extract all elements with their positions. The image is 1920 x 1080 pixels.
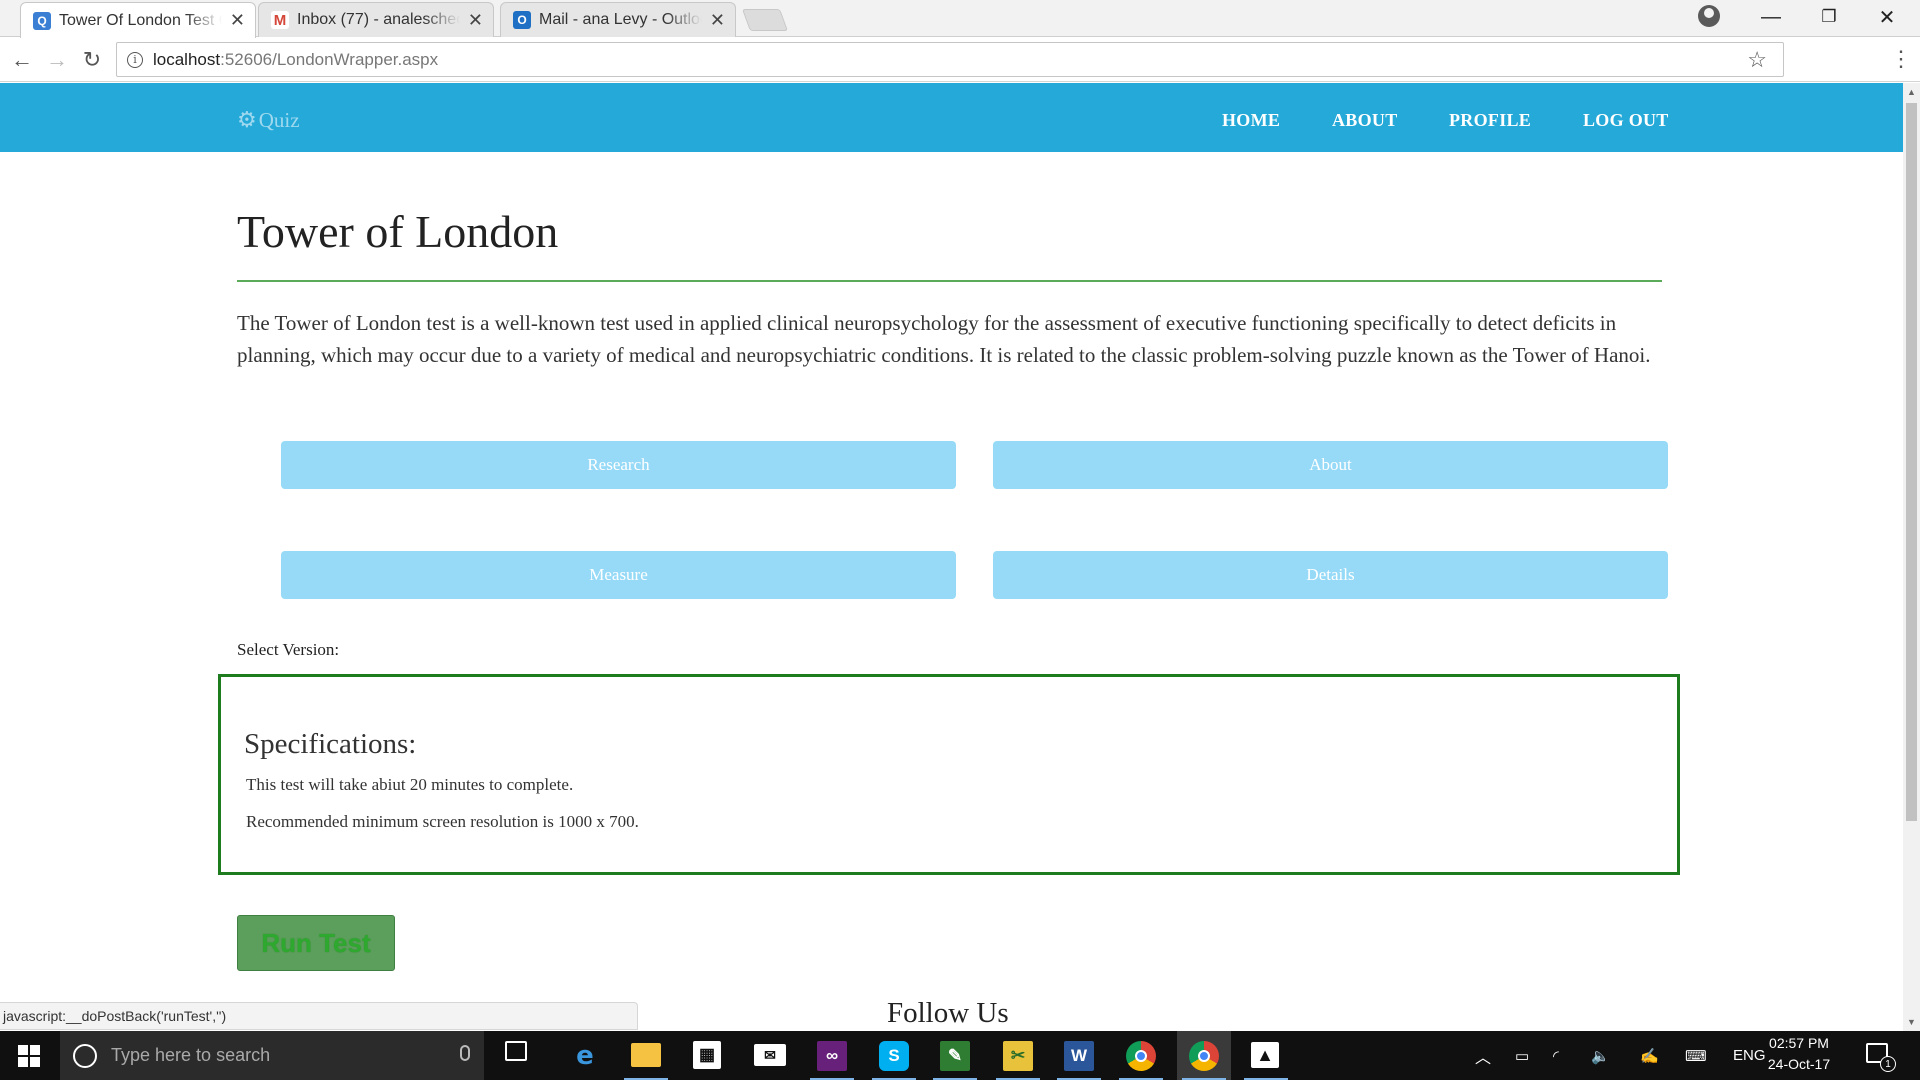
pen-icon[interactable]: ✍ (1640, 1031, 1659, 1080)
browser-tab-inbox[interactable]: M Inbox (77) - analescheok ✕ (258, 2, 494, 37)
clock-time: 02:57 PM (1769, 1035, 1829, 1051)
store-icon[interactable]: ▦ (693, 1041, 721, 1069)
restore-icon[interactable]: ❐ (1800, 0, 1858, 34)
browser-tab-strip: Q Tower Of London Test Online ✕ M Inbox … (0, 0, 1920, 38)
active-nav-indicator (1312, 59, 1410, 62)
clock-date: 24-Oct-17 (1767, 1056, 1831, 1072)
details-button[interactable]: Details (993, 551, 1668, 599)
tools-app-icon[interactable]: ✂ (1003, 1041, 1033, 1071)
site-brand[interactable]: ⚙ Quiz (237, 107, 300, 133)
research-button[interactable]: Research (281, 441, 956, 489)
scroll-down-icon[interactable]: ▼ (1907, 1017, 1916, 1027)
visual-studio-icon[interactable]: ∞ (817, 1041, 847, 1071)
measure-button[interactable]: Measure (281, 551, 956, 599)
url-host: localhost (153, 49, 221, 69)
title-divider (237, 280, 1662, 282)
specifications-title: Specifications: (244, 728, 417, 760)
minimize-icon[interactable]: — (1742, 0, 1800, 34)
select-version-label: Select Version: (237, 640, 340, 659)
skype-icon[interactable]: S (879, 1041, 909, 1071)
spec-duration: This test will take abiut 20 minutes to … (246, 775, 574, 794)
microphone-icon[interactable] (460, 1045, 470, 1061)
scrollbar-thumb[interactable] (1906, 103, 1917, 821)
close-window-icon[interactable]: ✕ (1858, 0, 1916, 34)
task-view-icon[interactable] (505, 1041, 527, 1061)
back-icon[interactable]: ← (8, 46, 36, 74)
forward-icon[interactable]: → (43, 46, 71, 74)
word-icon[interactable]: W (1064, 1041, 1094, 1071)
link-status-bar: javascript:__doPostBack('runTest','') (0, 1002, 638, 1030)
url-path: :52606/LondonWrapper.aspx (220, 49, 439, 69)
file-explorer-icon[interactable] (631, 1043, 661, 1067)
notification-count-badge: 1 (1880, 1056, 1896, 1072)
reload-icon[interactable]: ↻ (78, 46, 106, 74)
browser-tab-outlook[interactable]: O Mail - ana Levy - Outlook ✕ (500, 2, 736, 37)
taskbar-clock[interactable]: 02:57 PM 24-Oct-17 (1762, 1033, 1836, 1075)
mail-icon[interactable]: ✉ (754, 1044, 786, 1066)
run-test-button[interactable]: Run Test (237, 915, 395, 971)
browser-tab-tower-of-london[interactable]: Q Tower Of London Test Online ✕ (20, 2, 256, 38)
outlook-icon: O (513, 11, 531, 29)
cortana-icon[interactable] (73, 1043, 97, 1068)
gears-icon: ⚙ (237, 107, 257, 132)
spec-resolution: Recommended minimum screen resolution is… (246, 812, 639, 831)
quiz-favicon-icon: Q (33, 11, 51, 30)
about-button[interactable]: About (993, 441, 1668, 489)
page-scrollbar[interactable]: ▲ ▼ (1903, 83, 1920, 1031)
chrome-icon[interactable] (1126, 1041, 1156, 1071)
intro-paragraph: The Tower of London test is a well-known… (237, 311, 1651, 367)
close-tab-icon[interactable]: ✕ (230, 10, 245, 31)
browser-toolbar: ← → ↻ i localhost:52606/LondonWrapper.as… (0, 38, 1920, 82)
touch-keyboard-icon[interactable]: ⌨ (1685, 1031, 1707, 1080)
user-profile-icon[interactable] (1698, 5, 1720, 27)
battery-icon[interactable]: ▭ (1515, 1031, 1529, 1080)
brand-label: Quiz (258, 107, 300, 132)
gmail-icon: M (271, 11, 289, 29)
wifi-icon[interactable]: ◜ (1553, 1031, 1559, 1080)
close-tab-icon[interactable]: ✕ (468, 10, 483, 31)
volume-icon[interactable]: 🔈 (1591, 1031, 1610, 1080)
follow-us-heading: Follow Us (887, 997, 1009, 1029)
project-app-icon[interactable]: ✎ (940, 1041, 970, 1071)
nav-logout[interactable]: LOG OUT (1583, 110, 1669, 131)
info-icon[interactable]: i (127, 51, 143, 68)
nav-profile[interactable]: PROFILE (1449, 110, 1531, 131)
page-title: Tower of London (237, 206, 559, 257)
taskbar-search-box[interactable]: Type here to search (60, 1031, 484, 1080)
scroll-up-icon[interactable]: ▲ (1907, 87, 1916, 97)
browser-menu-icon[interactable]: ⋮ (1890, 46, 1912, 72)
windows-start-icon[interactable] (18, 1045, 40, 1067)
new-tab-button[interactable] (741, 9, 789, 31)
nav-about[interactable]: ABOUT (1332, 110, 1398, 131)
close-tab-icon[interactable]: ✕ (710, 10, 725, 31)
photos-icon[interactable]: ▲ (1251, 1042, 1279, 1068)
nav-home[interactable]: HOME (1222, 110, 1280, 131)
site-navbar: ⚙ Quiz HOME ABOUT PROFILE LOG OUT (0, 83, 1903, 152)
language-indicator[interactable]: ENG (1733, 1031, 1766, 1080)
taskbar-search-placeholder: Type here to search (111, 1045, 271, 1065)
chrome-active-icon[interactable] (1189, 1041, 1219, 1071)
bookmark-star-icon[interactable]: ☆ (1747, 47, 1767, 73)
edge-icon[interactable]: e (570, 1041, 600, 1071)
show-hidden-icons-chevron-icon[interactable]: ︿ (1475, 1031, 1491, 1080)
address-bar[interactable]: i localhost:52606/LondonWrapper.aspx ☆ (116, 42, 1784, 77)
